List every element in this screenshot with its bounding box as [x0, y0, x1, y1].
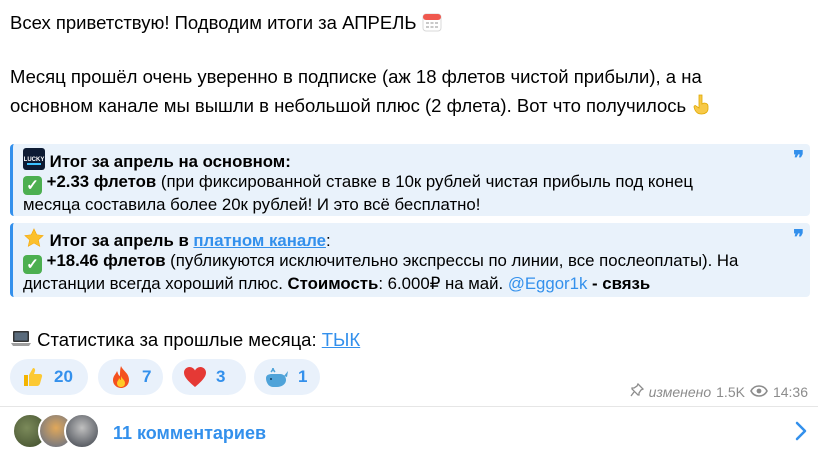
greeting-text: Всех приветствую! Подводим итоги за АПРЕ… — [10, 12, 417, 33]
eye-icon — [750, 384, 768, 400]
paid-channel-link[interactable]: платном канале — [193, 231, 326, 250]
paragraph-text: основном канале мы вышли в небольшой плю… — [10, 95, 687, 116]
quote-paid-text1: (публикуются исключительно экспрессы по … — [165, 251, 739, 270]
lucky-logo-icon: LUCKY — [23, 148, 45, 175]
quote-paid-title-line: Итог за апрель в платном канале: — [23, 227, 331, 254]
message-meta: изменено 1.5K 14:36 — [630, 382, 808, 400]
check-icon: ✓ — [23, 255, 42, 274]
stats-label: Статистика за прошлые месяца: — [37, 329, 322, 350]
stats-line: Статистика за прошлые месяца: ТЫК — [10, 329, 360, 354]
star-icon — [23, 227, 45, 254]
post-paragraph-line1: Месяц прошёл очень уверенно в подписке (… — [10, 66, 702, 87]
thumbs-up-icon — [20, 364, 46, 390]
channel-post: Всех приветствую! Подводим итоги за АПРЕ… — [0, 0, 818, 467]
post-greeting: Всех приветствую! Подводим итоги за АПРЕ… — [10, 12, 442, 37]
reaction-thumbs-up[interactable]: 20 — [10, 359, 88, 395]
svg-text:LUCKY: LUCKY — [24, 157, 45, 163]
reaction-count: 7 — [142, 367, 152, 386]
quote-main-title: Итог за апрель на основном: — [49, 152, 291, 171]
message-time: 14:36 — [772, 383, 808, 400]
whale-icon — [264, 364, 290, 390]
quote-main-title-line: LUCKY Итог за апрель на основном: — [23, 148, 291, 175]
quote-main-line1: ✓ +2.33 флетов (при фиксированной ставке… — [23, 172, 693, 195]
chevron-right-icon — [794, 419, 808, 448]
admin-mention-link[interactable]: @Eggor1k — [508, 274, 588, 293]
quote-main-text1: (при фиксированной ставке в 10к рублей ч… — [156, 172, 693, 191]
quote-paid-text2: дистанции всегда хороший плюс. — [23, 274, 288, 293]
comments-count-label: 11 комментариев — [113, 423, 267, 443]
quote-block-paid: ❞ Итог за апрель в платном канале: ✓ +18… — [10, 223, 810, 297]
quote-paid-title-prefix: Итог за апрель в — [49, 231, 194, 250]
reaction-count: 1 — [298, 367, 308, 386]
quote-main-line2: месяца составила более 20к рублей! И это… — [23, 195, 481, 214]
avatar — [64, 413, 100, 449]
reaction-count: 3 — [216, 367, 226, 386]
quote-main-value: +2.33 флетов — [46, 172, 157, 191]
fire-icon — [108, 364, 134, 390]
quote-paid-value: +18.46 флетов — [46, 251, 166, 270]
views-count: 1.5K — [716, 383, 745, 400]
reaction-whale[interactable]: 1 — [254, 359, 320, 395]
quote-icon: ❞ — [793, 225, 804, 249]
heart-icon — [182, 364, 208, 390]
reaction-count: 20 — [54, 367, 73, 386]
quote-block-main: ❞ LUCKY Итог за апрель на основном: ✓ +2… — [10, 144, 810, 216]
edited-label: изменено — [648, 383, 712, 400]
check-icon: ✓ — [23, 176, 42, 195]
stats-link[interactable]: ТЫК — [322, 329, 360, 350]
pin-icon — [630, 382, 644, 400]
laptop-icon — [10, 329, 32, 354]
quote-paid-line2: дистанции всегда хороший плюс. Стоимость… — [23, 274, 650, 294]
quote-icon: ❞ — [793, 146, 804, 170]
post-paragraph-line2: основном канале мы вышли в небольшой плю… — [10, 93, 711, 120]
quote-paid-line1: ✓ +18.46 флетов (публикуются исключитель… — [23, 251, 738, 274]
reaction-heart[interactable]: 3 — [172, 359, 246, 395]
cost-value: : 6.000₽ на май. — [378, 274, 508, 293]
calendar-icon — [422, 12, 442, 37]
contact-label: - связь — [587, 274, 651, 293]
comments-button[interactable]: 11 комментариев — [0, 407, 818, 467]
reaction-fire[interactable]: 7 — [98, 359, 163, 395]
quote-paid-title-suffix: : — [325, 231, 331, 250]
cost-label: Стоимость — [287, 274, 379, 293]
pointing-down-icon — [691, 93, 711, 120]
